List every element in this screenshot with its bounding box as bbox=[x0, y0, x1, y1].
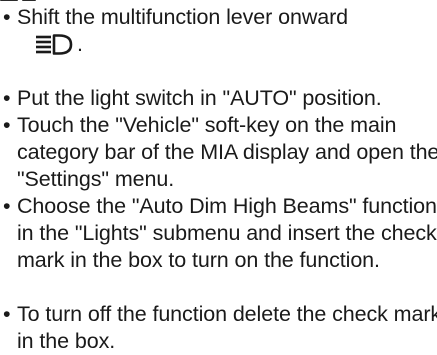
instruction-text-5: To turn off the function delete the chec… bbox=[17, 302, 437, 353]
instruction-text-1: Shift the multifunction lever onward bbox=[17, 5, 349, 29]
instruction-item-5: • To turn off the function delete the ch… bbox=[0, 301, 437, 355]
bullet: • bbox=[3, 302, 11, 326]
instruction-page: • Shift the multifunction lever onward .… bbox=[0, 0, 437, 353]
instruction-item-4: • Choose the "Auto Dim High Beams" funct… bbox=[0, 193, 437, 274]
high-beam-icon bbox=[36, 34, 73, 55]
cut-off-previous-line bbox=[0, 0, 437, 2]
bullet: • bbox=[3, 86, 11, 110]
instruction-item-2: • Put the light switch in "AUTO" positio… bbox=[0, 85, 437, 112]
instruction-text-4: Choose the "Auto Dim High Beams" functio… bbox=[17, 194, 437, 272]
bullet: • bbox=[3, 113, 11, 137]
bullet: • bbox=[3, 5, 11, 29]
instruction-item-3: • Touch the "Vehicle" soft-key on the ma… bbox=[0, 112, 437, 193]
instruction-text-3: Touch the "Vehicle" soft-key on the main… bbox=[17, 113, 437, 191]
instruction-text-2: Put the light switch in "AUTO" position. bbox=[17, 86, 382, 110]
icon-period: . bbox=[77, 32, 83, 56]
bullet: • bbox=[3, 194, 11, 218]
icon-line: . bbox=[17, 31, 437, 58]
instruction-item-1: • Shift the multifunction lever onward . bbox=[0, 4, 437, 58]
